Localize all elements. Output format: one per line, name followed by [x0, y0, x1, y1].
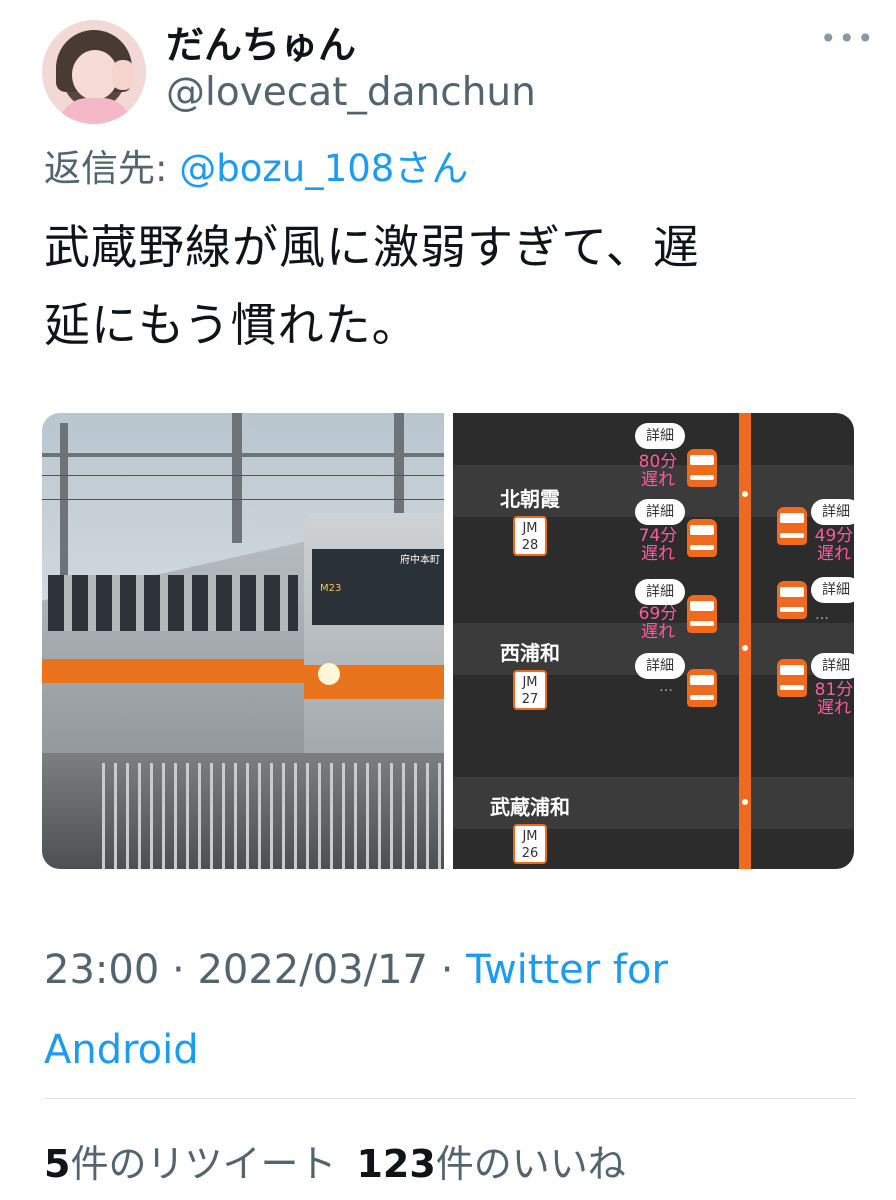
station-nishi-urawa: 西浦和 JM 27	[475, 637, 585, 710]
photo-pole	[394, 413, 404, 523]
tweet-header: だんちゅん @lovecat_danchun •••	[40, 12, 874, 124]
station-code: JM 26	[513, 824, 547, 864]
station-name: 西浦和	[500, 641, 560, 665]
detail-button[interactable]: 詳細	[635, 499, 685, 525]
detail-button[interactable]: 詳細	[635, 579, 685, 605]
train-icon[interactable]	[687, 595, 717, 633]
meta-separator: ·	[427, 947, 467, 993]
detail-button[interactable]: 詳細	[811, 577, 854, 603]
tweet-source-link[interactable]: Twitter for	[466, 947, 668, 993]
detail-button[interactable]: 詳細	[811, 653, 854, 679]
stop-dot	[740, 489, 750, 499]
stop-dot	[740, 797, 750, 807]
tweet-stats: 5件のリツイート 123件のいいね	[44, 1133, 626, 1188]
retweet-label: 件のリツイート	[70, 1142, 337, 1186]
station-name: 北朝霞	[500, 487, 560, 511]
tweet-text: 武蔵野線が風に激弱すぎて、遅 延にもう慣れた。	[44, 208, 854, 364]
train-windows	[48, 575, 298, 631]
photo-pole	[232, 413, 242, 543]
station-code: JM 27	[513, 670, 547, 710]
station-name: 武蔵浦和	[490, 795, 570, 819]
more-horizontal-icon[interactable]: •••	[820, 22, 876, 55]
train-icon[interactable]	[777, 507, 807, 545]
photo-wire	[42, 499, 444, 500]
delay-label: 74分 遅れ	[638, 526, 678, 564]
tweet-text-line: 武蔵野線が風に激弱すぎて、遅	[44, 220, 700, 274]
station-kita-asaka: 北朝霞 JM 28	[475, 483, 585, 556]
meta-separator: ·	[159, 947, 198, 993]
retweet-count: 5	[44, 1142, 71, 1186]
reply-mention-link[interactable]: @bozu_108さん	[179, 147, 468, 190]
ellipsis: …	[815, 607, 831, 623]
tweet-date[interactable]: 2022/03/17	[197, 947, 428, 993]
reply-to-label: 返信先:	[44, 147, 180, 190]
avatar-shirt	[58, 98, 132, 124]
reply-to-line: 返信先: @bozu_108さん	[44, 138, 468, 192]
train-icon[interactable]	[687, 449, 717, 487]
delay-label: 49分 遅れ	[814, 526, 854, 564]
media-grid: 府中本町 M23 北朝霞 JM 28 西浦和 JM 27 武蔵浦和 JM 26 詳細 …	[42, 413, 854, 869]
like-count: 123	[356, 1142, 436, 1186]
tweet-source-link-continued[interactable]: Android	[44, 1027, 199, 1073]
station-code: JM 28	[513, 516, 547, 556]
like-label: 件のいいね	[435, 1142, 626, 1186]
user-handle[interactable]: @lovecat_danchun	[166, 70, 536, 115]
train-photo[interactable]: 府中本町 M23	[42, 413, 444, 869]
train-icon[interactable]	[687, 519, 717, 557]
train-front-window: 府中本町 M23	[312, 549, 444, 625]
train-number: M23	[320, 583, 342, 594]
detail-button[interactable]: 詳細	[635, 423, 685, 449]
ellipsis: …	[659, 679, 675, 695]
tweet-meta: 23:00 · 2022/03/17 · Twitter for Android	[44, 930, 824, 1090]
photo-beam	[42, 453, 444, 457]
train-icon[interactable]	[687, 669, 717, 707]
display-name[interactable]: だんちゅん	[166, 14, 356, 69]
train-destination-sign: 府中本町	[400, 555, 440, 566]
likes-link[interactable]: 123件のいいね	[356, 1142, 625, 1186]
train-headlight	[318, 663, 340, 685]
delay-label: 69分 遅れ	[638, 604, 678, 642]
photo-wire	[42, 475, 444, 476]
avatar-hand	[112, 60, 134, 90]
avatar[interactable]	[42, 20, 146, 124]
divider	[44, 1098, 856, 1099]
stop-dot	[740, 643, 750, 653]
photo-fence	[102, 763, 444, 869]
tweet-time[interactable]: 23:00	[44, 947, 159, 993]
train-icon[interactable]	[777, 659, 807, 697]
delay-label: 80分 遅れ	[638, 452, 678, 490]
detail-button[interactable]: 詳細	[811, 499, 854, 525]
retweets-link[interactable]: 5件のリツイート	[44, 1142, 336, 1186]
station-musashi-urawa: 武蔵浦和 JM 26	[465, 791, 595, 864]
tweet-text-line: 延にもう慣れた。	[44, 298, 419, 352]
delay-label: 81分 遅れ	[814, 680, 854, 718]
train-status-screenshot[interactable]: 北朝霞 JM 28 西浦和 JM 27 武蔵浦和 JM 26 詳細 80分 遅れ 詳細 …	[453, 413, 854, 869]
train-icon[interactable]	[777, 581, 807, 619]
detail-button[interactable]: 詳細	[635, 653, 685, 679]
